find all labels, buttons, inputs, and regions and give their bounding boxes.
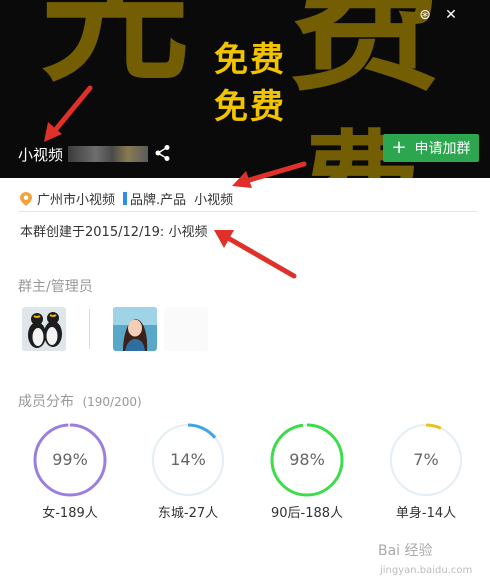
apply-join-button[interactable]: + 申请加群 [383,134,479,162]
close-icon[interactable]: ✕ [442,6,460,24]
stat-percent: 14% [170,450,206,469]
penguin-avatar-icon [22,307,66,351]
category-value: 小视频 [194,193,234,208]
stat-ring: 99% [33,423,107,497]
blurred-text [68,146,148,162]
stat-percent: 98% [289,450,325,469]
stat-ring: 7% [389,423,463,497]
members-count: (190/200) [82,395,142,409]
created-date: 本群创建于2015/12/19: 小视频 [20,225,208,240]
location-pin-icon [20,191,32,206]
annotation-arrow [232,161,307,188]
category-text[interactable]: 品牌.产品 [130,189,186,208]
category-marker [123,192,128,205]
poster-text: 免费 [214,40,286,80]
group-tags: 广州市小视频 品牌.产品 小视频 [20,189,233,208]
stat-percent: 7% [413,450,439,469]
watermark: Bai 经验 [378,543,433,559]
poster-text: 免费 [214,87,286,127]
admins-title: 群主/管理员 [18,279,93,295]
watermark-url: jingyan.baidu.com [380,565,473,576]
members-title-text: 成员分布 [18,394,74,410]
stat-ring: 14% [151,423,225,497]
avatar[interactable] [22,307,66,351]
annotation-arrow [44,85,93,142]
plus-icon: + [391,137,407,158]
avatar[interactable] [113,307,157,351]
group-name: 小视频 [18,146,64,164]
background-art: 先 [40,0,191,102]
avatar-divider [89,309,90,349]
stat-percent: 99% [52,450,88,469]
members-title: 成员分布 (190/200) [18,391,142,411]
stat-label: 女-189人 [42,506,98,521]
location-text[interactable]: 广州市小视频 [37,189,115,208]
stat-ring: 98% [270,423,344,497]
divider [18,211,478,212]
stat-label: 单身-14人 [395,506,457,521]
stat-label: 东城-27人 [157,506,219,521]
pin-icon[interactable]: ⊛ [416,6,434,24]
apply-join-label: 申请加群 [414,141,471,157]
annotation-arrow [214,230,297,279]
avatar-placeholder [164,307,208,351]
stat-label: 90后-188人 [270,506,344,521]
user-photo-icon [113,307,157,351]
share-icon[interactable] [154,144,172,162]
